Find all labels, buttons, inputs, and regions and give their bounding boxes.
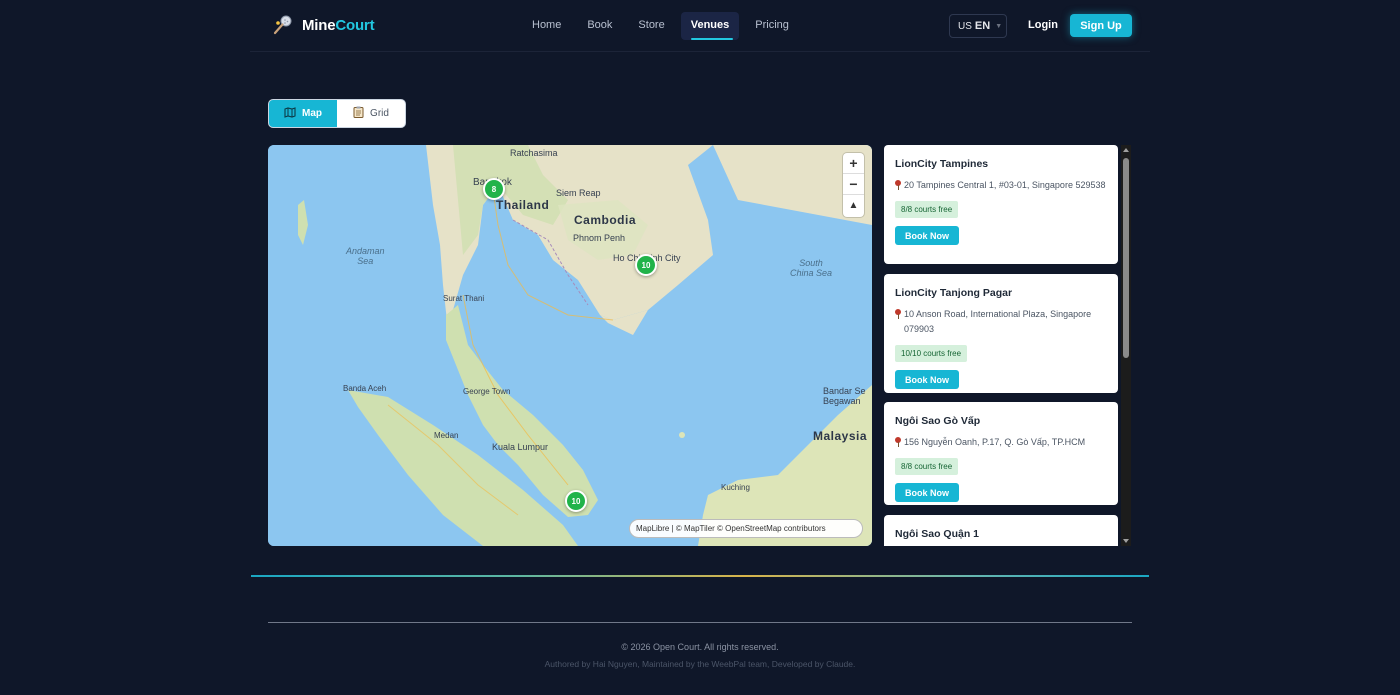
map-label-malaysia: Malaysia <box>813 429 868 443</box>
pickleball-paddle-icon <box>272 14 294 36</box>
venue-address: 156 Nguyễn Oanh, P.17, Q. Gò Vấp, TP.HCM <box>895 435 1108 450</box>
map-label-south-china-sea: South China Sea <box>790 258 833 278</box>
map-terrain <box>268 145 872 546</box>
map-label-andaman-sea: Andaman Sea <box>346 246 385 266</box>
zoom-in-button[interactable]: + <box>843 153 864 174</box>
venue-list-scrollbar[interactable] <box>1121 145 1131 546</box>
venue-name: Ngôi Sao Quận 1 <box>895 528 980 540</box>
venue-card[interactable]: Ngôi Sao Gò Vấp 156 Nguyễn Oanh, P.17, Q… <box>884 402 1118 505</box>
map-label-banda-aceh: Banda Aceh <box>343 384 387 393</box>
view-toggle: Map Grid <box>268 99 406 128</box>
book-now-button[interactable]: Book Now <box>895 370 959 389</box>
zoom-out-button[interactable]: − <box>843 174 864 195</box>
map-label-surat-thani: Surat Thani <box>443 294 485 303</box>
scroll-up-arrow-icon[interactable] <box>1123 148 1129 152</box>
language-code: EN <box>974 20 991 32</box>
map-cluster-marker[interactable]: 10 <box>565 490 587 512</box>
language-selector[interactable]: US EN ▼ <box>949 14 1007 38</box>
footer-divider <box>268 622 1132 623</box>
venue-card[interactable]: Ngôi Sao Quận 1 <box>884 515 1118 546</box>
map-label-kuala-lumpur: Kuala Lumpur <box>492 442 549 452</box>
map-label-cambodia: Cambodia <box>574 213 637 227</box>
login-button[interactable]: Login <box>1028 19 1058 31</box>
venue-name: LionCity Tanjong Pagar <box>895 287 1013 299</box>
venue-address: 10 Anson Road, International Plaza, Sing… <box>895 307 1108 337</box>
nav-home[interactable]: Home <box>522 12 571 40</box>
venue-address: 20 Tampines Central 1, #03-01, Singapore… <box>895 178 1108 193</box>
grid-view-button[interactable]: Grid <box>337 100 405 127</box>
map-icon <box>284 106 296 121</box>
courts-free-badge: 10/10 courts free <box>895 345 968 362</box>
pin-icon <box>895 437 901 447</box>
venue-map[interactable]: Ratchasima Bangkok Thailand Siem Reap Ca… <box>268 145 872 546</box>
book-now-button[interactable]: Book Now <box>895 483 959 502</box>
book-now-button[interactable]: Book Now <box>895 226 959 245</box>
venue-card[interactable]: LionCity Tampines 20 Tampines Central 1,… <box>884 145 1118 264</box>
scroll-down-arrow-icon[interactable] <box>1123 539 1129 543</box>
footer-credits: Authored by Hai Nguyen, Maintained by th… <box>544 659 856 669</box>
map-label-siem-reap: Siem Reap <box>556 188 601 198</box>
map-cluster-marker[interactable]: 10 <box>635 254 657 276</box>
venue-card[interactable]: LionCity Tanjong Pagar 10 Anson Road, In… <box>884 274 1118 393</box>
brand-logo[interactable]: MineCourt <box>272 14 375 36</box>
venue-name: LionCity Tampines <box>895 158 989 170</box>
venue-list[interactable]: LionCity Tampines 20 Tampines Central 1,… <box>884 145 1118 546</box>
nav-pricing[interactable]: Pricing <box>745 12 799 40</box>
scrollbar-thumb[interactable] <box>1123 158 1129 358</box>
footer-copyright: © 2026 Open Court. All rights reserved. <box>621 642 779 652</box>
map-label-medan: Medan <box>434 431 459 440</box>
map-label-kuching: Kuching <box>721 483 750 492</box>
compass-reset-button[interactable]: ▲ <box>843 195 864 216</box>
pin-icon <box>895 309 901 319</box>
pin-icon <box>895 180 901 190</box>
map-label-ratchasima: Ratchasima <box>510 148 558 158</box>
chevron-down-icon: ▼ <box>995 22 1003 30</box>
map-label-phnom-penh: Phnom Penh <box>573 233 626 243</box>
map-attribution[interactable]: MapLibre | © MapTiler © OpenStreetMap co… <box>629 519 863 538</box>
map-label-bandar: Bandar Se Begawan <box>823 386 866 406</box>
clipboard-icon <box>353 106 364 121</box>
map-label-thailand: Thailand <box>496 198 550 212</box>
map-view-button[interactable]: Map <box>269 100 337 127</box>
nav-venues[interactable]: Venues <box>680 12 740 40</box>
footer-gradient-divider <box>251 575 1149 577</box>
courts-free-badge: 8/8 courts free <box>895 201 959 218</box>
us-flag-icon: US <box>958 20 972 32</box>
nav-store[interactable]: Store <box>628 12 674 40</box>
map-zoom-controls: + − ▲ <box>843 153 864 217</box>
signup-button[interactable]: Sign Up <box>1070 14 1132 37</box>
map-cluster-marker[interactable]: 8 <box>483 178 505 200</box>
courts-free-badge: 8/8 courts free <box>895 458 959 475</box>
venue-name: Ngôi Sao Gò Vấp <box>895 415 981 427</box>
map-label-george-town: George Town <box>463 387 511 396</box>
main-nav: Home Book Store Venues Pricing <box>522 12 799 40</box>
top-navbar: MineCourt Home Book Store Venues Pricing… <box>250 0 1150 52</box>
brand-name: MineCourt <box>302 16 375 34</box>
nav-book[interactable]: Book <box>577 12 622 40</box>
